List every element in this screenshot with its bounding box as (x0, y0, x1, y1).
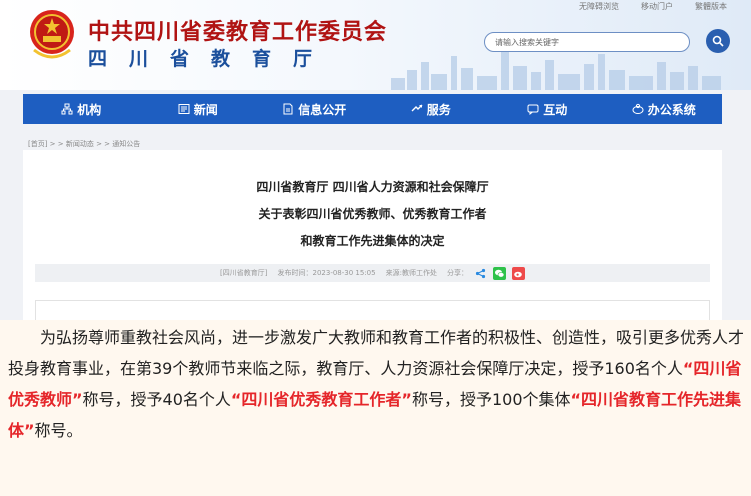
nav-item-news[interactable]: 新闻 (140, 94, 257, 124)
nav-item-office[interactable]: 办公系统 (606, 94, 723, 124)
site-title: 中共四川省委教育工作委员会 (88, 20, 388, 45)
skyline-illustration (391, 52, 721, 90)
header-banner: 中共四川省委教育工作委员会 四川省教育厅 无障碍浏览 移动门户 繁體版本 请输入… (0, 0, 751, 90)
chat-icon (527, 104, 539, 115)
paragraph-text: 为弘扬尊师重教社会风尚，进一步激发广大教师和教育工作者的积极性、创造性，吸引更多… (8, 328, 745, 378)
article-title-line: 关于表彰四川省优秀教师、优秀教育工作者 (258, 207, 487, 221)
meta-publish-time: 发布时间：2023-08-30 15:05 (277, 269, 376, 277)
search-input[interactable]: 请输入搜索关键字 (484, 32, 690, 52)
office-icon (632, 103, 644, 114)
screenshot-region: 中共四川省委教育工作委员会 四川省教育厅 无障碍浏览 移动门户 繁體版本 请输入… (0, 0, 751, 320)
weibo-icon[interactable] (511, 266, 525, 280)
share-icon[interactable] (474, 267, 487, 280)
article-paragraph: 为弘扬尊师重教社会风尚，进一步激发广大教师和教育工作者的积极性、创造性，吸引更多… (8, 322, 745, 446)
nav-label: 互动 (543, 102, 568, 117)
site-subtitle: 四川省教育厅 (88, 48, 335, 70)
share-group: 分享： (446, 266, 525, 280)
service-icon (411, 104, 423, 112)
nav-label: 办公系统 (647, 102, 696, 117)
main-nav: 机构 新闻 信息公开 服务 互动 办公系统 (23, 94, 722, 124)
nav-item-service[interactable]: 服务 (373, 94, 490, 124)
nav-label: 机构 (77, 102, 102, 117)
article-body-frame (35, 300, 710, 320)
accessibility-link[interactable]: 无障碍浏览 (579, 1, 619, 12)
top-links: 无障碍浏览 移动门户 繁體版本 (579, 1, 727, 12)
search-button[interactable] (706, 29, 730, 53)
paragraph-text: 称号，授予40名个人 (82, 390, 231, 409)
article-title-line: 四川省教育厅 四川省人力资源和社会保障厅 (256, 180, 489, 194)
article-panel: 四川省教育厅 四川省人力资源和社会保障厅 关于表彰四川省优秀教师、优秀教育工作者… (23, 150, 722, 320)
nav-label: 服务 (426, 102, 451, 117)
highlight-title-educator: “四川省优秀教育工作者” (230, 390, 412, 409)
search-icon (712, 35, 724, 47)
mobile-portal-link[interactable]: 移动门户 (641, 1, 673, 12)
nav-label: 信息公开 (298, 102, 347, 117)
wechat-icon[interactable] (492, 266, 506, 280)
breadcrumb[interactable]: [首页] > > 新闻动态 > > 通知公告 (28, 139, 140, 149)
org-icon (61, 103, 73, 115)
nav-item-interact[interactable]: 互动 (489, 94, 606, 124)
traditional-chinese-link[interactable]: 繁體版本 (695, 1, 727, 12)
meta-origin: 来源:教师工作处 (385, 269, 437, 277)
share-label: 分享： (446, 269, 468, 277)
national-emblem-icon (30, 10, 74, 59)
doc-icon (283, 103, 293, 115)
news-icon (178, 104, 190, 114)
article-meta-bar: [四川省教育厅] 发布时间：2023-08-30 15:05 来源:教师工作处 … (35, 264, 710, 282)
nav-item-info-public[interactable]: 信息公开 (256, 94, 373, 124)
nav-item-org[interactable]: 机构 (23, 94, 140, 124)
paragraph-text: 称号。 (34, 421, 83, 440)
article-title-line: 和教育工作先进集体的决定 (300, 234, 445, 248)
meta-source-tag: [四川省教育厅] (220, 269, 268, 277)
paragraph-text: 称号，授予100个集体 (411, 390, 571, 409)
nav-label: 新闻 (193, 102, 218, 117)
